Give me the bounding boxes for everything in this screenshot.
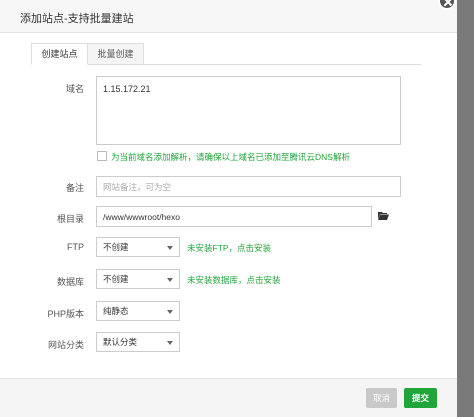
remark-input[interactable]: 网站备注，可为空 [96,176,401,197]
dns-checkbox[interactable] [97,151,107,161]
domain-textarea[interactable]: 1.15.172.21 [96,76,401,145]
chevron-down-icon [167,246,173,250]
site-category-select[interactable]: 默认分类 [96,332,180,352]
site-category-value: 默认分类 [103,337,138,347]
database-install-link[interactable]: 未安装数据库，点击安装 [187,274,281,286]
database-select[interactable]: 不创建 [96,269,180,289]
submit-button[interactable]: 提交 [404,388,437,408]
site-category-label: 网站分类 [47,340,84,350]
modal-title: 添加站点-支持批量建站 [20,13,134,25]
tab-create-site[interactable]: 创建站点 [31,43,88,65]
tab-batch-create[interactable]: 批量创建 [88,43,144,65]
ftp-select-value: 不创建 [103,242,129,252]
tab-bar: 创建站点 批量创建 [31,43,421,65]
php-version-label: PHP版本 [47,309,84,319]
php-version-value: 纯静态 [103,306,129,316]
ftp-select[interactable]: 不创建 [96,237,180,257]
folder-open-icon[interactable] [378,211,389,220]
domain-label: 域名 [65,84,84,94]
remark-label: 备注 [65,183,84,193]
chevron-down-icon [167,310,173,314]
php-version-select[interactable]: 纯静态 [96,301,180,321]
modal-header: 添加站点-支持批量建站 [0,0,457,33]
dns-checkbox-label[interactable]: 为当前域名添加解析，请确保以上域名已添加至腾讯云DNS解析 [111,151,350,163]
add-site-modal: 添加站点-支持批量建站 创建站点 批量创建 域名 1.15.172.21 为当前… [0,0,457,417]
database-select-value: 不创建 [103,274,129,284]
root-dir-label: 根目录 [56,214,84,224]
ftp-install-link[interactable]: 未安装FTP，点击安装 [187,242,271,254]
chevron-down-icon [167,341,173,345]
backdrop [457,0,474,417]
ftp-label: FTP [67,242,84,252]
chevron-down-icon [167,278,173,282]
cancel-button[interactable]: 取消 [366,388,397,408]
database-label: 数据库 [56,277,84,287]
root-dir-input[interactable]: /www/wwwroot/hexo [96,206,372,227]
